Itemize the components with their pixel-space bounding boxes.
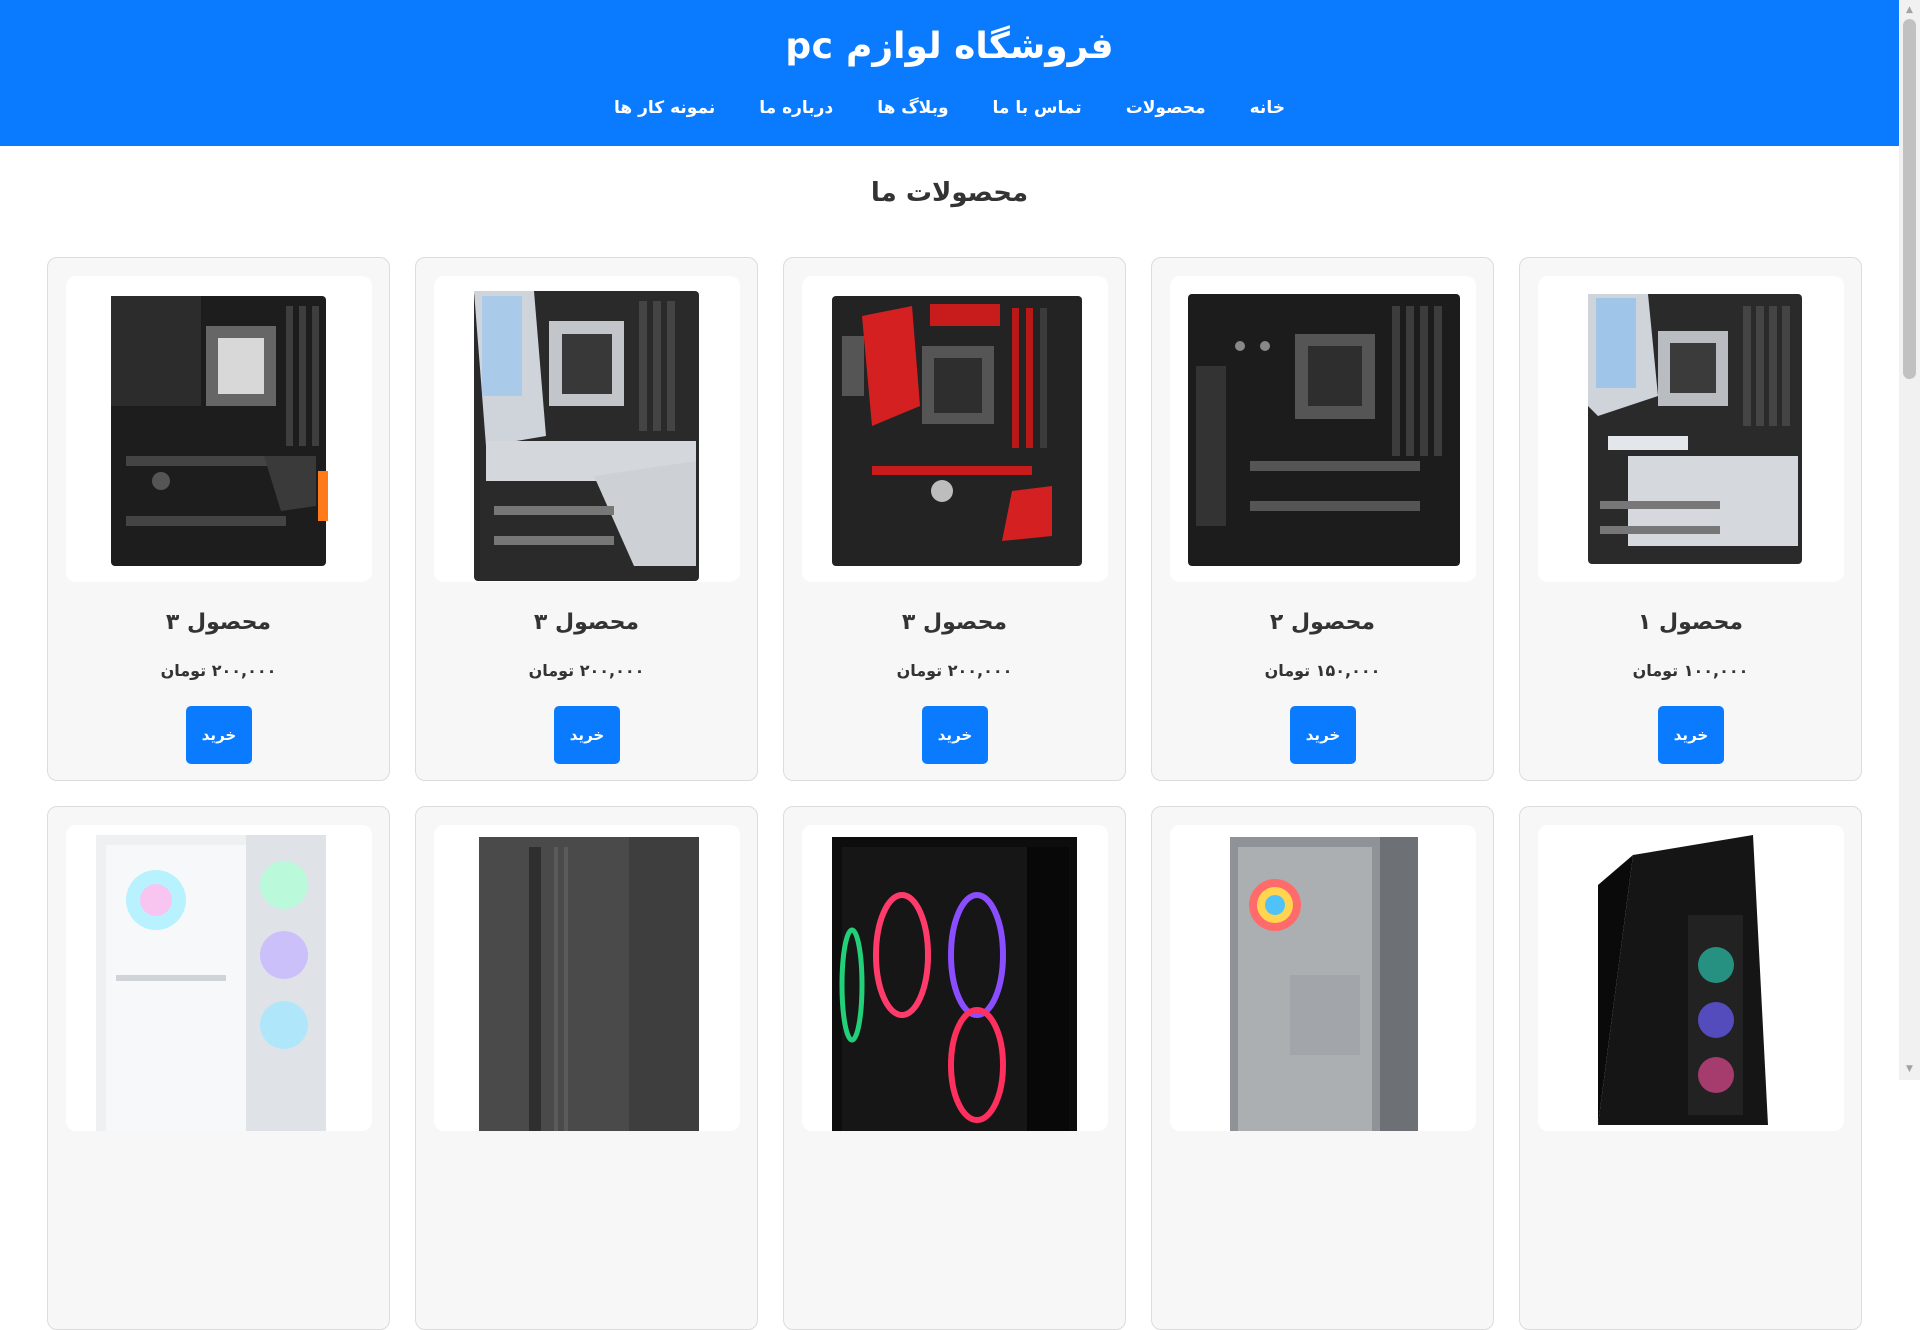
product-card (47, 806, 390, 1330)
page-scrollbar[interactable]: ▲ ▼ (1899, 0, 1920, 1080)
product-name: محصول ۱ (1637, 610, 1744, 635)
motherboard-black-icon (66, 276, 372, 582)
pc-case-rgb-icon (802, 825, 1108, 1131)
product-grid: محصول ۱ ۱۰۰,۰۰۰ تومان خرید محصول ۲ ۱۵۰,۰… (38, 257, 1862, 1330)
nav-blogs[interactable]: وبلاگ ها (877, 98, 948, 118)
product-card (1151, 806, 1494, 1330)
pc-case-gray-icon (434, 825, 740, 1131)
pc-case-black-rgb-icon (1538, 825, 1844, 1131)
product-card: محصول ۳ ۲۰۰,۰۰۰ تومان خرید (783, 257, 1126, 781)
product-card (415, 806, 758, 1330)
scroll-down-icon[interactable]: ▼ (1899, 1061, 1920, 1078)
site-header: فروشگاه لوازم pc خانه محصولات تماس با ما… (0, 0, 1899, 146)
product-price: ۲۰۰,۰۰۰ تومان (896, 661, 1013, 680)
product-card: محصول ۳ ۲۰۰,۰۰۰ تومان خرید (415, 257, 758, 781)
buy-button[interactable]: خرید (1290, 706, 1356, 764)
product-price: ۲۰۰,۰۰۰ تومان (160, 661, 277, 680)
buy-button[interactable]: خرید (1658, 706, 1724, 764)
product-price: ۱۵۰,۰۰۰ تومان (1264, 661, 1381, 680)
pc-case-glass-icon (1170, 825, 1476, 1131)
motherboard-silver-icon (1538, 276, 1844, 582)
motherboard-silver-icon (434, 276, 740, 582)
product-name: محصول ۳ (165, 610, 272, 635)
product-name: محصول ۲ (1269, 610, 1376, 635)
nav-home[interactable]: خانه (1250, 98, 1285, 118)
product-card (783, 806, 1126, 1330)
scrollbar-thumb[interactable] (1903, 19, 1916, 379)
product-price: ۲۰۰,۰۰۰ تومان (528, 661, 645, 680)
site-title: فروشگاه لوازم pc (785, 26, 1114, 67)
nav-products[interactable]: محصولات (1126, 98, 1206, 118)
product-price: ۱۰۰,۰۰۰ تومان (1632, 661, 1749, 680)
nav-portfolio[interactable]: نمونه کار ها (614, 98, 715, 118)
motherboard-red-icon (802, 276, 1108, 582)
buy-button[interactable]: خرید (922, 706, 988, 764)
main-nav: خانه محصولات تماس با ما وبلاگ ها درباره … (0, 98, 1899, 118)
product-name: محصول ۳ (533, 610, 640, 635)
product-name: محصول ۳ (901, 610, 1008, 635)
nav-about[interactable]: درباره ما (759, 98, 833, 118)
product-card: محصول ۲ ۱۵۰,۰۰۰ تومان خرید (1151, 257, 1494, 781)
scroll-up-icon[interactable]: ▲ (1899, 2, 1920, 19)
product-card (1519, 806, 1862, 1330)
pc-case-white-rgb-icon (66, 825, 372, 1131)
buy-button[interactable]: خرید (186, 706, 252, 764)
section-title: محصولات ما (870, 178, 1029, 208)
nav-contact[interactable]: تماس با ما (993, 98, 1082, 118)
buy-button[interactable]: خرید (554, 706, 620, 764)
product-card: محصول ۳ ۲۰۰,۰۰۰ تومان خرید (47, 257, 390, 781)
motherboard-black-icon (1170, 276, 1476, 582)
product-card: محصول ۱ ۱۰۰,۰۰۰ تومان خرید (1519, 257, 1862, 781)
